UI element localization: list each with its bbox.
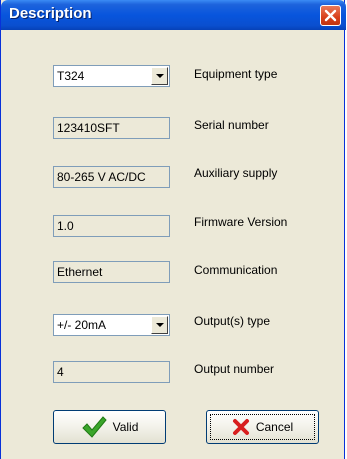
serial-number-field: 123410SFT	[53, 117, 170, 139]
output-number-field: 4	[53, 361, 170, 383]
cancel-button-label: Cancel	[255, 420, 294, 434]
cancel-button[interactable]: Cancel	[206, 410, 319, 444]
equipment-type-label: Equipment type	[194, 67, 278, 81]
firmware-version-value: 1.0	[57, 219, 74, 233]
output-type-select[interactable]: +/- 20mA	[53, 314, 170, 336]
serial-number-label: Serial number	[194, 118, 269, 132]
communication-label: Communication	[194, 263, 278, 277]
valid-button[interactable]: Valid	[53, 410, 166, 444]
title-bar[interactable]: Description	[1, 0, 346, 30]
auxiliary-supply-field: 80-265 V AC/DC	[53, 166, 170, 188]
equipment-type-value: T324	[57, 69, 85, 83]
output-type-label: Output(s) type	[194, 314, 271, 328]
close-icon	[324, 9, 337, 22]
auxiliary-supply-label: Auxiliary supply	[194, 166, 278, 180]
auxiliary-supply-value: 80-265 V AC/DC	[57, 170, 146, 184]
red-x-icon	[232, 419, 249, 435]
close-button[interactable]	[320, 5, 341, 26]
chevron-down-icon	[156, 74, 164, 78]
description-dialog: Description T324 Equipment type 123410SF…	[0, 0, 346, 459]
firmware-version-label: Firmware Version	[194, 215, 288, 229]
output-number-value: 4	[57, 365, 64, 379]
chevron-down-icon	[156, 323, 164, 327]
output-type-value: +/- 20mA	[57, 318, 107, 332]
output-number-label: Output number	[194, 362, 275, 376]
communication-field: Ethernet	[53, 261, 170, 283]
equipment-type-dropdown-button[interactable]	[151, 67, 168, 85]
checkmark-icon	[81, 416, 107, 438]
output-type-dropdown-button[interactable]	[151, 316, 168, 334]
communication-value: Ethernet	[57, 265, 103, 279]
firmware-version-field: 1.0	[53, 215, 170, 237]
window-title: Description	[9, 5, 92, 22]
serial-number-value: 123410SFT	[57, 121, 120, 135]
valid-button-label: Valid	[112, 420, 139, 434]
equipment-type-select[interactable]: T324	[53, 65, 170, 87]
